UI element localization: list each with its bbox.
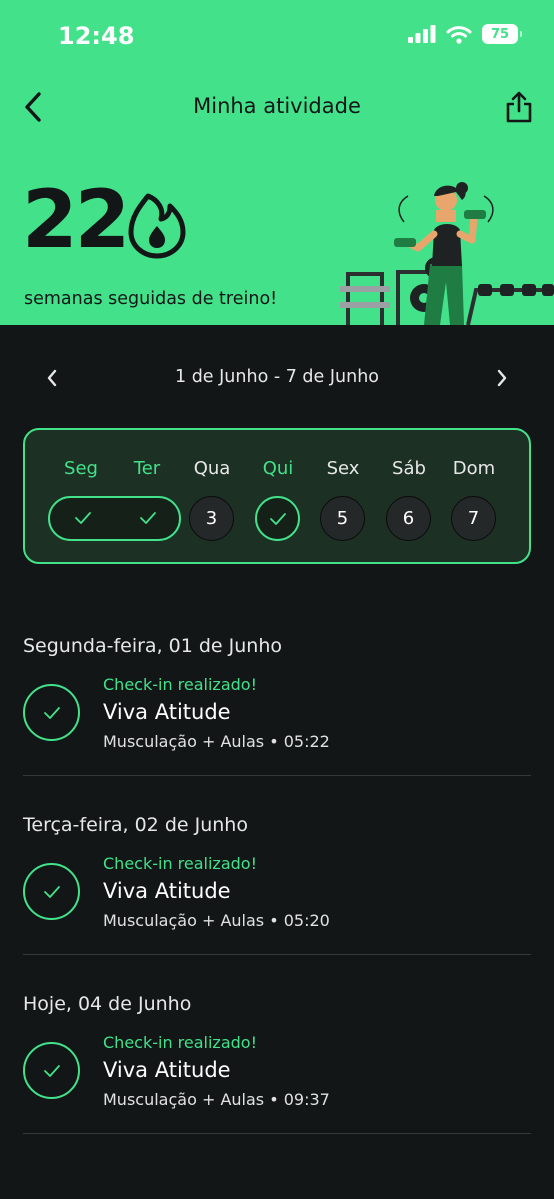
week-calendar-card: Seg Ter Qua Qui Sex Sáb Dom 3 5 6 7 [23,428,531,564]
day-label-fri: Sex [326,458,360,479]
activity-detail: Musculação + Aulas • 05:22 [103,732,330,751]
day-number: 5 [336,508,349,529]
day-circle-sat[interactable]: 6 [386,496,431,541]
day-label-sun: Dom [452,458,496,479]
check-icon [23,1042,80,1099]
gym-name: Viva Atitude [103,1058,231,1082]
gym-name: Viva Atitude [103,879,231,903]
day-number: 3 [205,508,218,529]
day-circle-fri[interactable]: 5 [320,496,365,541]
header-banner: 12:48 75 Minha atividade 22 semanas segu… [0,0,554,325]
check-icon [23,863,80,920]
divider [23,1133,531,1134]
check-icon [23,684,80,741]
gym-name: Viva Atitude [103,700,231,724]
workout-illustration [340,182,554,325]
status-time: 12:48 [58,22,135,50]
flame-icon [128,193,186,259]
week-range: 1 de Junho - 7 de Junho [175,367,379,387]
day-label-wed: Qua [193,458,231,479]
checkin-status: Check-in realizado! [103,854,257,873]
status-bar: 12:48 75 [0,0,554,70]
signal-icon [408,25,436,43]
check-icon [75,512,91,524]
battery-level: 75 [490,26,510,42]
activity-date: Hoje, 04 de Junho [23,993,192,1015]
day-label-sat: Sáb [392,458,426,479]
checkin-status: Check-in realizado! [103,1033,257,1052]
day-circle-sun[interactable]: 7 [451,496,496,541]
day-circle-thu[interactable] [255,496,300,541]
check-icon [140,512,156,524]
activity-detail: Musculação + Aulas • 09:37 [103,1090,330,1109]
streak-count: 22 [22,173,130,266]
checkin-status: Check-in realizado! [103,675,257,694]
activity-detail: Musculação + Aulas • 05:20 [103,911,330,930]
activity-date: Segunda-feira, 01 de Junho [23,635,283,657]
page-title: Minha atividade [193,94,361,118]
day-number: 7 [467,508,480,529]
check-icon [269,512,286,525]
day-circle-wed[interactable]: 3 [189,496,234,541]
day-number: 6 [402,508,415,529]
divider [23,775,531,776]
share-button[interactable] [504,90,534,124]
activity-date: Terça-feira, 02 de Junho [23,814,248,836]
streak-label: semanas seguidas de treino! [24,289,278,309]
next-week-button[interactable] [490,364,514,392]
divider [23,954,531,955]
status-icons: 75 [408,24,522,44]
day-label-tue: Ter [133,458,161,479]
wifi-icon [446,25,472,44]
checked-days-mon-tue[interactable] [48,496,181,541]
day-label-mon: Seg [64,458,98,479]
week-navigation: 1 de Junho - 7 de Junho [0,362,554,394]
day-label-thu: Qui [262,458,294,479]
battery-icon: 75 [482,24,522,44]
